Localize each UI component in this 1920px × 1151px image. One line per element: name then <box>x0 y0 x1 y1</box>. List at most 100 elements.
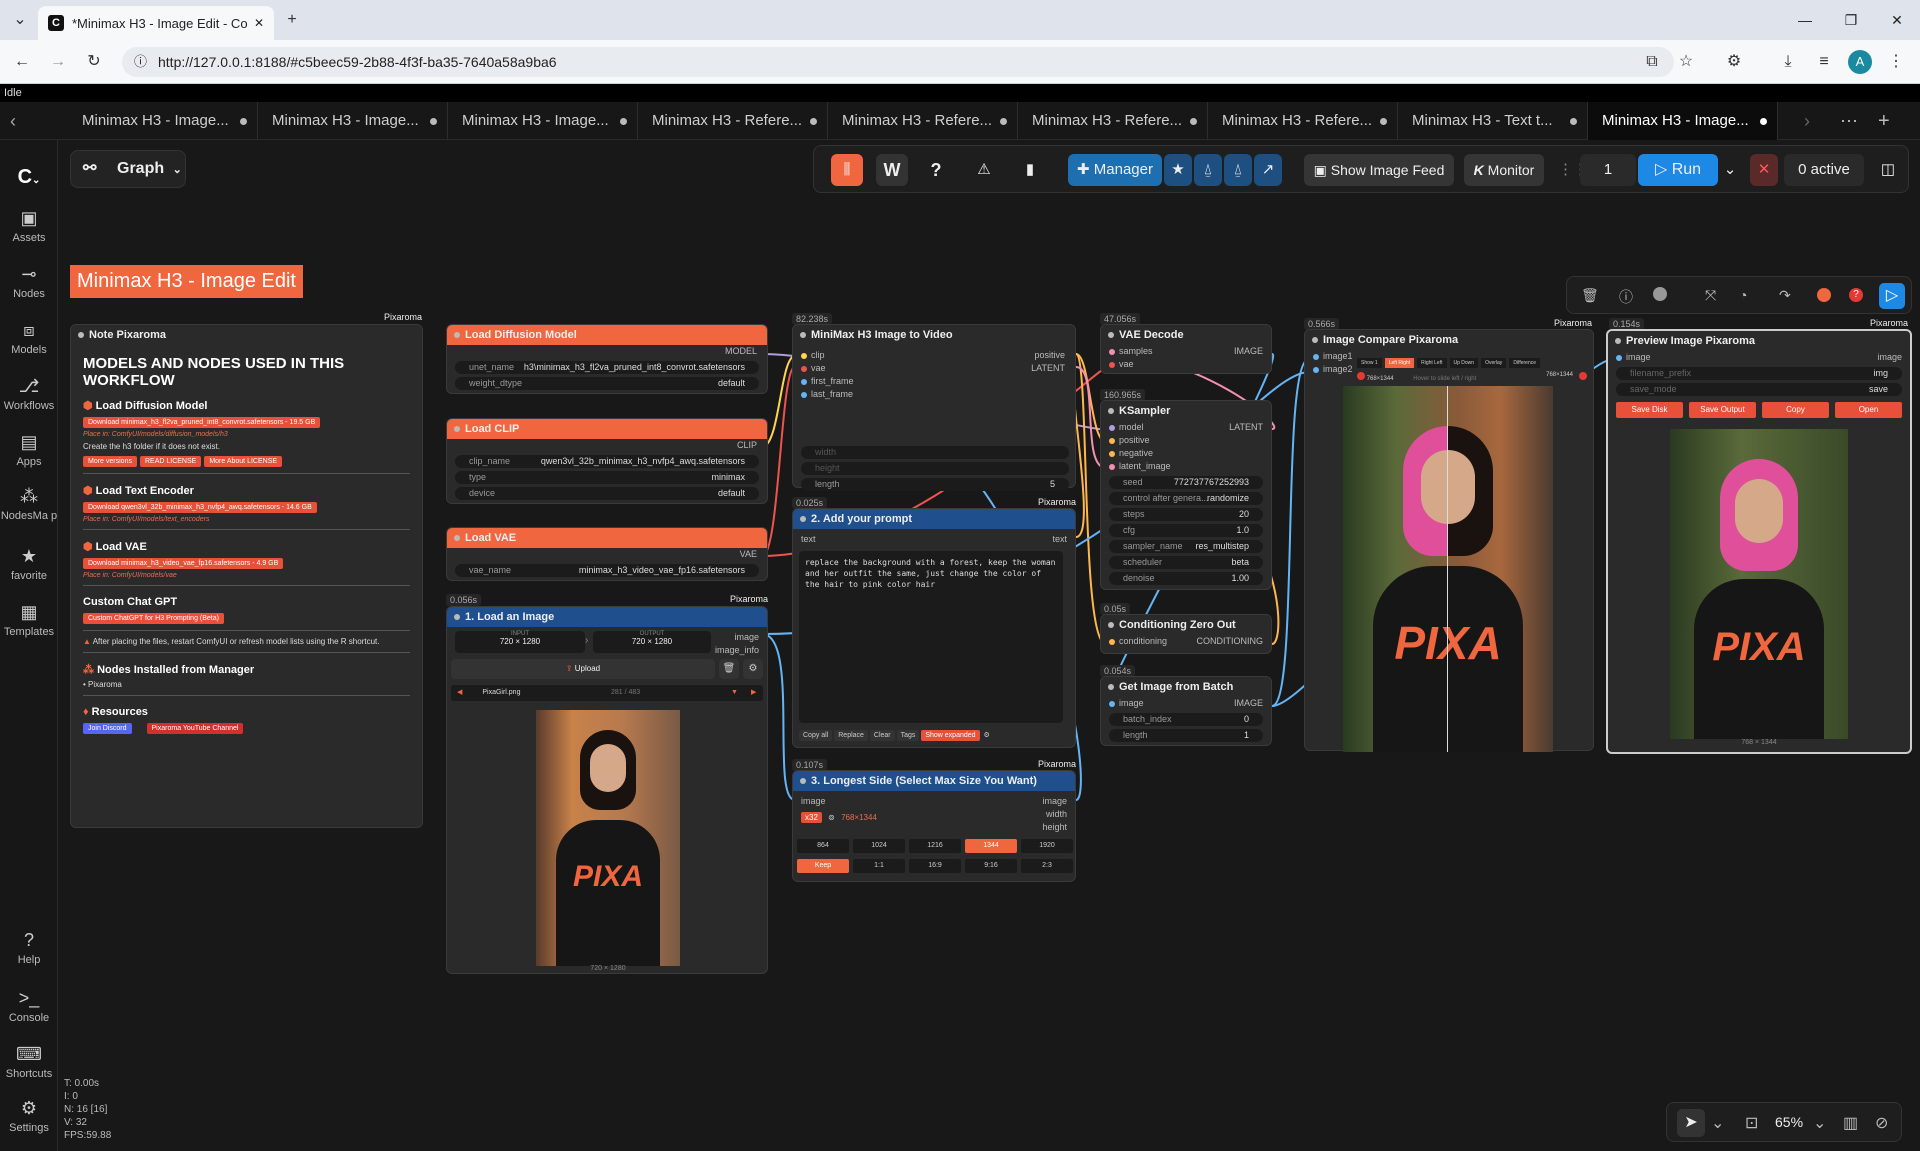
tabs-more-icon[interactable]: ⋯ <box>1840 102 1858 140</box>
compare-image-preview[interactable]: PIXA <box>1343 386 1553 752</box>
show-image-feed-button[interactable]: ▣ Show Image Feed <box>1304 154 1454 186</box>
type-combo[interactable]: type minimax <box>455 471 759 484</box>
sidebar-item-favorite[interactable]: ★ favorite <box>0 546 58 582</box>
workflow-tab[interactable]: Minimax H3 - Image... <box>68 102 258 140</box>
back-icon[interactable]: ← <box>10 50 34 74</box>
help-red-icon[interactable]: ? <box>1849 288 1863 302</box>
mode-show1-button[interactable]: Show 1 <box>1357 358 1382 368</box>
workflow-tab[interactable]: Minimax H3 - Refere... <box>1208 102 1398 140</box>
vae-decode-node[interactable]: VAE Decode samples IMAGE vae <box>1100 324 1272 374</box>
denoise-input[interactable]: denoise 1.00 <box>1109 572 1263 585</box>
minimap-icon[interactable]: ▥ <box>1843 1113 1858 1133</box>
height-input[interactable]: height <box>801 462 1069 475</box>
download-icon[interactable]: ⤓ <box>1776 50 1800 74</box>
help-button[interactable]: ? <box>920 154 952 186</box>
ratio-keep-button[interactable]: Keep <box>797 859 849 873</box>
extensions-icon[interactable]: ⚙ <box>1722 50 1746 74</box>
get-image-from-batch-node[interactable]: Get Image from Batch image IMAGE batch_in… <box>1100 676 1272 746</box>
compare-divider-line[interactable] <box>1447 386 1448 752</box>
fit-view-icon[interactable]: ⊡ <box>1745 1113 1758 1133</box>
output-conditioning-label[interactable]: CONDITIONING <box>1197 635 1264 648</box>
reading-list-icon[interactable]: ≡ <box>1812 50 1836 74</box>
comfy-logo-icon[interactable]: C⌄ <box>0 166 58 189</box>
output-height[interactable]: height <box>1042 821 1067 834</box>
bookmark-icon[interactable]: ▮ <box>1014 154 1046 186</box>
color-circle-icon[interactable] <box>1653 287 1667 301</box>
browser-menu-icon[interactable]: ⋮ <box>1884 50 1908 74</box>
download-link[interactable]: Download qwen3vl_32b_minimax_h3_nvfp4_aw… <box>83 502 317 513</box>
delete-image-icon[interactable]: 🗑 <box>719 659 739 679</box>
restore-icon[interactable]: ❐ <box>1828 0 1874 40</box>
install-app-icon[interactable]: ⧉ <box>1640 50 1664 74</box>
site-info-icon[interactable]: ⓘ <box>134 47 147 77</box>
ratio-1-1-button[interactable]: 1:1 <box>853 859 905 873</box>
run-options-chevron-icon[interactable]: ⌄ <box>1720 154 1740 186</box>
more-versions-link[interactable]: More versions <box>83 456 137 467</box>
input-first-frame[interactable]: first_frame <box>801 375 854 388</box>
download-link[interactable]: Download minimax_h3_fl2va_pruned_int8_co… <box>83 417 321 428</box>
load-clip-node[interactable]: Load CLIP CLIP clip_name qwen3vl_32b_mini… <box>446 418 768 504</box>
output-image[interactable]: image <box>1042 795 1067 808</box>
output-latent-label[interactable]: LATENT <box>1229 421 1263 434</box>
browser-tab[interactable]: C *Minimax H3 - Image Edit - Co ✕ <box>38 6 274 40</box>
save-disk-button[interactable]: Save Disk <box>1616 402 1683 418</box>
save-mode-combo[interactable]: save_mode save <box>1616 383 1902 396</box>
close-window-icon[interactable]: ✕ <box>1874 0 1920 40</box>
output-vae[interactable]: VAE <box>447 548 767 561</box>
profile-avatar[interactable]: A <box>1848 50 1872 74</box>
bypass-icon[interactable]: ◔ <box>1739 287 1747 303</box>
ksampler-node[interactable]: KSampler model LATENT positive negative l… <box>1100 400 1272 590</box>
output-text[interactable]: text <box>1052 533 1067 546</box>
bookmark-star-icon[interactable]: ☆ <box>1674 50 1698 74</box>
conditioning-zero-out-node[interactable]: Conditioning Zero Out conditioning CONDIT… <box>1100 614 1272 654</box>
unet-name-combo[interactable]: unet_name h3\minimax_h3_fl2va_pruned_int8… <box>455 361 759 374</box>
youtube-link[interactable]: Pixaroma YouTube Channel <box>146 723 244 734</box>
length-input[interactable]: length 1 <box>1109 729 1263 742</box>
size-1216-button[interactable]: 1216 <box>909 839 961 853</box>
input-samples[interactable]: samples IMAGE <box>1101 345 1271 358</box>
discord-link[interactable]: Join Discord <box>83 723 132 734</box>
workflow-tab[interactable]: Minimax H3 - Image... <box>448 102 638 140</box>
output-image-label[interactable]: IMAGE <box>1234 345 1263 358</box>
input-vae[interactable]: vae <box>801 362 854 375</box>
sidebar-item-models[interactable]: ⧈ Models <box>0 320 58 356</box>
cancel-button[interactable]: ✕ <box>1750 154 1778 186</box>
size-1344-button[interactable]: 1344 <box>965 839 1017 853</box>
read-license-link[interactable]: READ LICENSE <box>139 456 202 467</box>
star-button[interactable]: ★ <box>1164 154 1192 186</box>
input-last-frame[interactable]: last_frame <box>801 388 854 401</box>
scheduler-combo[interactable]: scheduler beta <box>1109 556 1263 569</box>
ratio-16-9-button[interactable]: 16:9 <box>909 859 961 873</box>
file-selector[interactable]: ◀ PixaGirl.png 281 / 483 ▼ ▶ <box>451 685 763 701</box>
zoom-chevron-icon[interactable]: ⌄ <box>1813 1113 1826 1133</box>
weight-dtype-combo[interactable]: weight_dtype default <box>455 377 759 390</box>
image-compare-node[interactable]: Image Compare Pixaroma image1 image2 Sho… <box>1304 329 1594 752</box>
ratio-2-3-button[interactable]: 2:3 <box>1021 859 1073 873</box>
sidebar-item-apps[interactable]: ▤ Apps <box>0 432 58 468</box>
replace-button[interactable]: Replace <box>834 730 868 741</box>
drag-handle-icon[interactable]: ⋮⋮ <box>1558 154 1588 186</box>
length-input[interactable]: length 5 <box>801 478 1069 491</box>
vae-name-combo[interactable]: vae_name minimax_h3_video_vae_fp16.safete… <box>455 564 759 577</box>
sidebar-item-help[interactable]: ? Help <box>0 930 58 966</box>
refresh-icon[interactable]: ⊚ <box>828 813 835 822</box>
url-input[interactable]: ⓘ http://127.0.0.1:8188/#c5beec59-2b88-4… <box>122 47 1674 77</box>
cfg-input[interactable]: cfg 1.0 <box>1109 524 1263 537</box>
close-tab-icon[interactable]: ✕ <box>254 16 264 30</box>
tab-search-icon[interactable]: ⌄ <box>8 8 32 32</box>
tags-button[interactable]: Tags <box>896 730 920 741</box>
hide-links-icon[interactable]: ⊘ <box>1875 1113 1888 1133</box>
execute-selected-icon[interactable]: ▷ <box>1879 283 1905 309</box>
input-image[interactable]: image <box>801 795 826 808</box>
input-conditioning[interactable]: conditioning CONDITIONING <box>1101 635 1271 648</box>
settings-icon[interactable]: ⚙ <box>743 659 763 679</box>
collapse-icon[interactable]: ⤧ <box>1705 287 1716 304</box>
prompt-textarea[interactable]: replace the background with a forest, ke… <box>799 551 1063 723</box>
workflow-tab[interactable]: Minimax H3 - Text t... <box>1398 102 1588 140</box>
trash-icon[interactable]: 🗑 <box>1581 287 1599 304</box>
w-button[interactable]: W <box>876 154 908 186</box>
note-node[interactable]: Note Pixaroma MODELS AND NODES USED IN T… <box>70 324 423 828</box>
workflow-tab[interactable]: Minimax H3 - Image... <box>258 102 448 140</box>
mode-up-down-button[interactable]: Up Down <box>1449 358 1479 368</box>
toggle-panel-icon[interactable]: ◫ <box>1874 154 1902 186</box>
